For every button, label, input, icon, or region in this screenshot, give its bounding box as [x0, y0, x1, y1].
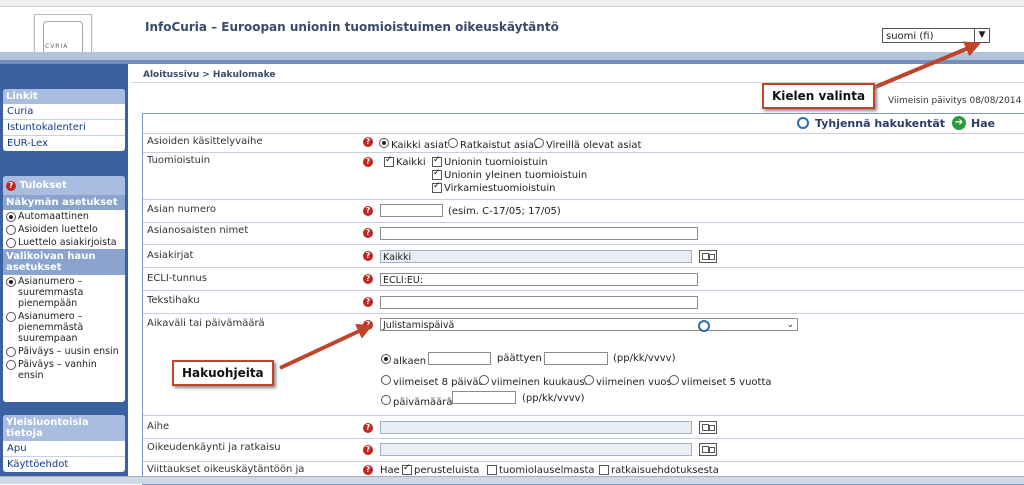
tips-callout: Hakuohjeita [172, 360, 274, 386]
language-callout: Kielen valinta [762, 83, 876, 109]
annotation-arrows [279, 41, 981, 370]
tips-arrow [279, 324, 373, 370]
